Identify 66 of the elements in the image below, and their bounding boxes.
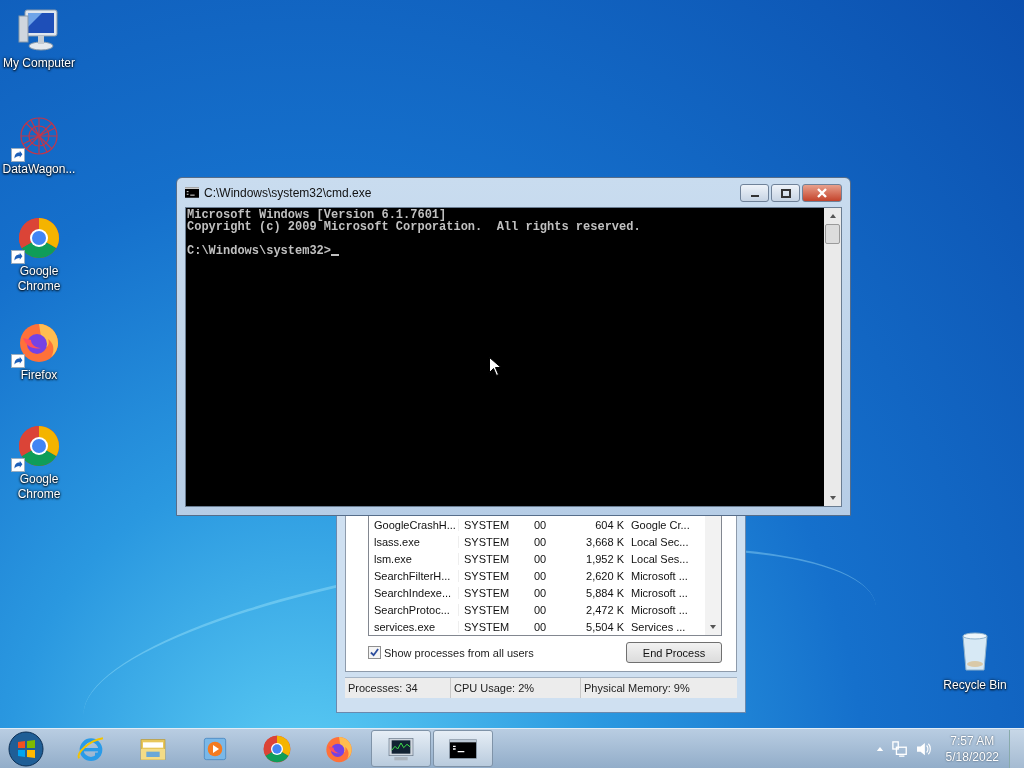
close-button[interactable]: [802, 184, 842, 202]
taskbar-button[interactable]: [371, 730, 431, 767]
taskbar-button[interactable]: [433, 730, 493, 767]
table-cell: GoogleCrashH...: [369, 518, 459, 531]
status-bar-text: CPU Usage: 2%: [451, 678, 581, 698]
table-cell-text: 00: [533, 569, 548, 582]
table-cell-text: 00: [533, 518, 548, 531]
end-process-button[interactable]: End Process: [626, 642, 722, 663]
table-cell: SearchProtoc...: [369, 603, 459, 616]
table-cell-text: 00: [533, 603, 548, 616]
table-cell-text: 00: [533, 586, 548, 599]
scrollbar[interactable]: [824, 208, 841, 506]
scroll-up-icon[interactable]: [828, 212, 837, 220]
text-cursor: [331, 254, 340, 256]
console-text: Microsoft Windows [Version 6.1.7601]: [187, 209, 447, 221]
desktop-icon-label[interactable]: DataWagon...: [2, 162, 76, 177]
maximize-button[interactable]: [771, 184, 800, 202]
scrollbar[interactable]: [705, 516, 721, 635]
checkbox[interactable]: [368, 646, 381, 659]
table-cell-text: 00: [533, 535, 548, 548]
mouse-pointer-icon: [489, 357, 501, 376]
table-cell-text: 5,884 K: [585, 586, 624, 599]
table-cell-text: SYSTEM: [463, 552, 511, 565]
table-cell-text: Services ...: [630, 620, 687, 633]
table-cell-text: 2,472 K: [585, 603, 624, 616]
table-cell-text: Microsoft ...: [630, 586, 689, 599]
table-cell-text: Local Ses...: [630, 552, 690, 565]
table-cell-text: 1,952 K: [585, 552, 624, 565]
table-cell-text: 00: [533, 552, 548, 565]
table-cell: SearchIndexe...: [369, 586, 459, 599]
table-cell-text: 3,668 K: [585, 535, 624, 548]
table-cell-text: SYSTEM: [463, 535, 511, 548]
checkbox-label: Show processes from all users: [384, 646, 534, 659]
table-cell-text: Local Sec...: [630, 535, 690, 548]
window-title: C:\Windows\system32\cmd.exe: [204, 185, 373, 200]
table-cell-text: SYSTEM: [463, 603, 511, 616]
table-cell-text: SYSTEM: [463, 586, 511, 599]
table-cell-text: 00: [533, 620, 548, 633]
table-cell-text: SYSTEM: [463, 620, 511, 633]
table-cell-text: SYSTEM: [463, 518, 511, 531]
table-cell: services.exe: [369, 620, 459, 633]
table-cell: SearchFilterH...: [369, 569, 459, 582]
console-icon: [185, 187, 199, 198]
desktop-icon-label[interactable]: Google Chrome: [0, 472, 78, 502]
desktop-icon-label[interactable]: Firefox: [20, 368, 58, 383]
table-cell-text: 604 K: [594, 518, 624, 531]
table-cell-text: 5,504 K: [585, 620, 624, 633]
table-cell-text: 2,620 K: [585, 569, 624, 582]
minimize-button[interactable]: [740, 184, 769, 202]
table-cell: lsass.exe: [369, 535, 459, 548]
table-cell: lsm.exe: [369, 552, 459, 565]
scroll-down-icon[interactable]: [828, 494, 837, 502]
status-bar-text: Physical Memory: 9%: [583, 681, 691, 696]
start-button[interactable]: [7, 729, 45, 768]
desktop-icon-label[interactable]: My Computer: [3, 56, 75, 71]
command-prompt: C:\Windows\system32>: [187, 245, 332, 257]
table-cell-text: Google Cr...: [630, 518, 691, 531]
scroll-down-icon[interactable]: [709, 623, 717, 631]
desktop-icon-label[interactable]: Recycle Bin: [943, 678, 1007, 693]
table-cell-text: Microsoft ...: [630, 603, 689, 616]
desktop-icon-label[interactable]: Google Chrome: [0, 264, 78, 294]
console-text: Copyright (c) 2009 Microsoft Corporation. All rights reserved.: [187, 221, 642, 233]
scroll-thumb[interactable]: [825, 224, 840, 244]
table-cell-text: SYSTEM: [463, 569, 511, 582]
status-bar-text: Processes: 34: [345, 678, 451, 698]
table-cell-text: Microsoft ...: [630, 569, 689, 582]
